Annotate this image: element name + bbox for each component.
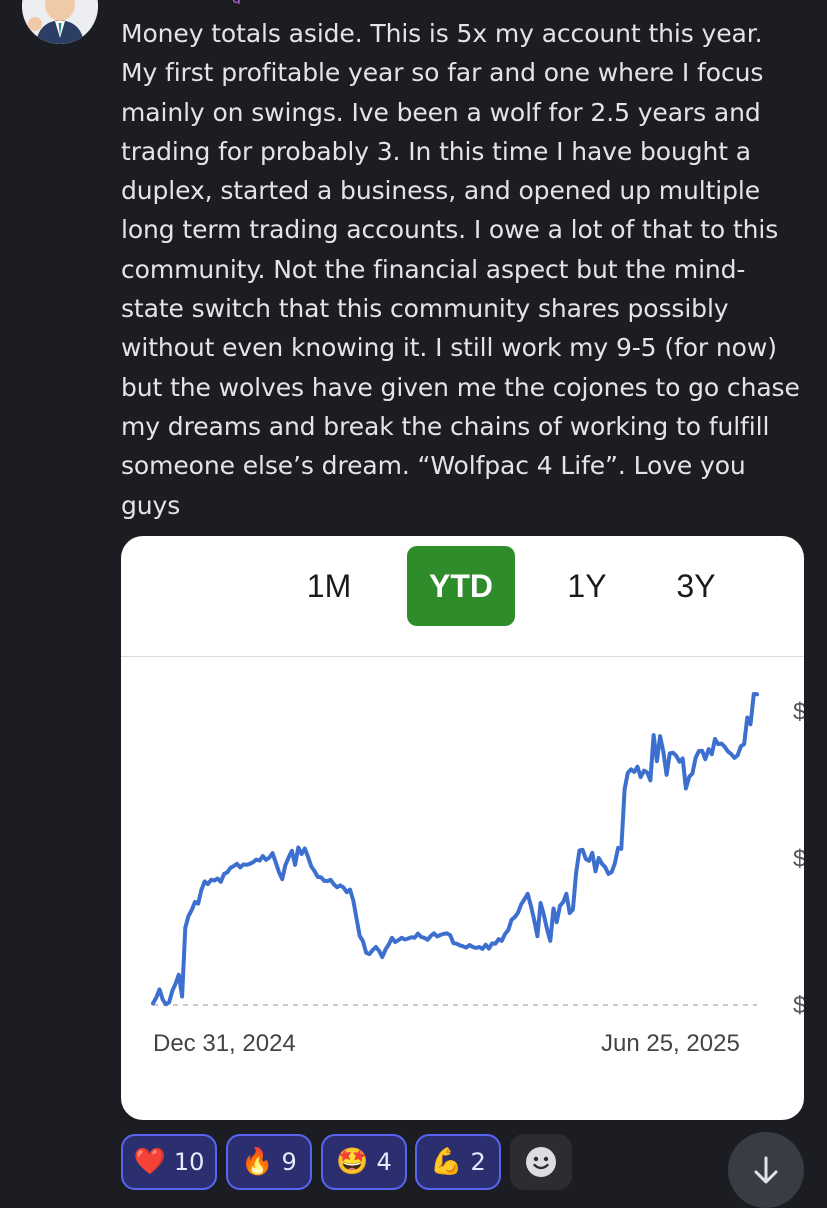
arrow-down-icon xyxy=(754,1156,778,1184)
heart-emoji-icon: ❤️ xyxy=(133,1147,166,1177)
avatar-cartoon xyxy=(22,0,98,44)
tab-ytd[interactable]: YTD xyxy=(407,546,515,626)
reaction-count: 2 xyxy=(470,1148,486,1176)
jump-to-bottom-button[interactable] xyxy=(728,1132,804,1208)
y-axis-tick-label: $ xyxy=(793,845,804,872)
y-axis-tick-label: $ xyxy=(793,992,804,1017)
x-axis-end-date: Jun 25, 2025 xyxy=(601,1030,740,1057)
message-text: Money totals aside. This is 5x my accoun… xyxy=(121,19,800,520)
reaction-star-struck[interactable]: 🤩 4 xyxy=(321,1134,407,1190)
fire-emoji-icon: 🔥 xyxy=(241,1147,274,1177)
reaction-flexed-biceps[interactable]: 💪 2 xyxy=(415,1134,501,1190)
tab-1y[interactable]: 1Y xyxy=(533,546,641,626)
x-axis-start-date: Dec 31, 2024 xyxy=(153,1030,296,1057)
smiley-face-icon xyxy=(526,1147,556,1177)
chart-card: 1M YTD 1Y 3Y $ $ $ Dec 31, 2024 Jun 25, 20… xyxy=(121,536,804,1120)
ytd-line-chart: $ $ $ xyxy=(151,692,804,1017)
reaction-heart[interactable]: ❤️ 10 xyxy=(121,1134,217,1190)
tab-1m[interactable]: 1M xyxy=(275,546,383,626)
tab-3y[interactable]: 3Y xyxy=(642,546,750,626)
reaction-count: 4 xyxy=(376,1148,392,1176)
flexed-biceps-emoji-icon: 💪 xyxy=(430,1147,463,1177)
reaction-count: 10 xyxy=(173,1148,205,1176)
account-value-series-line xyxy=(151,692,759,1007)
timeframe-tabs: 1M YTD 1Y 3Y xyxy=(121,536,804,656)
reaction-count: 9 xyxy=(281,1148,297,1176)
author-avatar[interactable] xyxy=(22,0,98,44)
author-name[interactable]: g xyxy=(232,0,272,4)
reaction-fire[interactable]: 🔥 9 xyxy=(226,1134,312,1190)
y-axis-tick-label: $ xyxy=(793,699,804,726)
star-struck-emoji-icon: 🤩 xyxy=(336,1147,369,1177)
add-reaction-button[interactable] xyxy=(510,1134,572,1190)
